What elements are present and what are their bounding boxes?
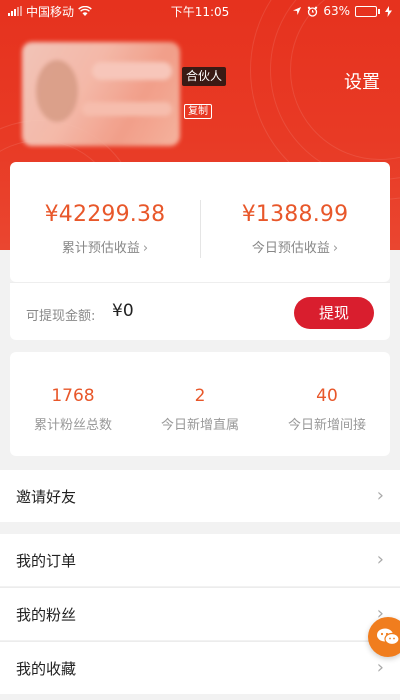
- chevron-right-icon: ›: [376, 657, 384, 678]
- stat-total-fans[interactable]: 1768 累计粉丝总数: [10, 352, 136, 433]
- today-earnings[interactable]: ¥1388.99 今日预估收益 ›: [200, 162, 390, 256]
- withdraw-button[interactable]: 提现: [294, 297, 374, 329]
- total-earnings-amount: ¥42299.38: [44, 202, 166, 227]
- chevron-right-icon: ›: [376, 485, 384, 506]
- menu-item-my-orders[interactable]: 我的订单 ›: [0, 534, 400, 586]
- stat-value: 40: [316, 386, 338, 406]
- menu-item-my-fans[interactable]: 我的粉丝 ›: [0, 588, 400, 640]
- total-earnings-label: 累计预估收益: [61, 241, 140, 256]
- menu-item-invite-friends[interactable]: 邀请好友 ›: [0, 470, 400, 522]
- today-earnings-label: 今日预估收益: [251, 241, 330, 256]
- today-earnings-amount: ¥1388.99: [241, 202, 349, 227]
- stat-new-indirect[interactable]: 40 今日新增间接: [264, 352, 390, 433]
- total-earnings[interactable]: ¥42299.38 累计预估收益 ›: [10, 162, 200, 256]
- partner-badge: 合伙人: [182, 67, 227, 86]
- stat-value: 2: [194, 386, 206, 406]
- stat-value: 1768: [51, 386, 95, 406]
- status-bar: 中国移动 下午11:05 63%: [0, 0, 400, 22]
- menu-item-my-favorites[interactable]: 我的收藏 ›: [0, 642, 400, 694]
- signal-icon: [8, 6, 22, 16]
- fans-stats-card: 1768 累计粉丝总数 2 今日新增直属 40 今日新增间接: [10, 352, 390, 456]
- stat-label: 累计粉丝总数: [33, 418, 112, 433]
- menu-item-label: 我的收藏: [16, 660, 77, 678]
- withdrawable-label: 可提现金额:: [26, 309, 96, 324]
- withdrawable-amount: ¥0: [112, 301, 134, 321]
- wifi-icon: [78, 5, 92, 16]
- chevron-right-icon: ›: [332, 241, 339, 256]
- stat-label: 今日新增间接: [287, 418, 366, 433]
- battery-percent: 63%: [323, 4, 350, 18]
- earnings-card: ¥42299.38 累计预估收益 › ¥1388.99 今日预估收益 ›: [10, 162, 390, 282]
- chevron-right-icon: ›: [142, 241, 149, 256]
- alarm-icon: [308, 6, 318, 17]
- copy-button[interactable]: 复制: [184, 104, 212, 119]
- location-icon: [293, 7, 302, 15]
- menu-item-label: 我的订单: [16, 552, 77, 570]
- customer-service-icon: [377, 628, 400, 646]
- menu-item-label: 邀请好友: [16, 488, 77, 506]
- customer-service-button[interactable]: [368, 617, 400, 657]
- withdraw-section: 可提现金额: ¥0 提现: [10, 282, 390, 340]
- stat-label: 今日新增直属: [160, 418, 239, 433]
- settings-link[interactable]: 设置: [344, 68, 380, 94]
- stat-new-direct[interactable]: 2 今日新增直属: [137, 352, 263, 433]
- charging-icon: [385, 5, 392, 17]
- chevron-right-icon: ›: [376, 549, 384, 570]
- battery-icon: [355, 5, 380, 17]
- avatar[interactable]: [22, 42, 180, 146]
- carrier-name: 中国移动: [26, 4, 75, 19]
- menu-item-label: 我的粉丝: [16, 606, 77, 624]
